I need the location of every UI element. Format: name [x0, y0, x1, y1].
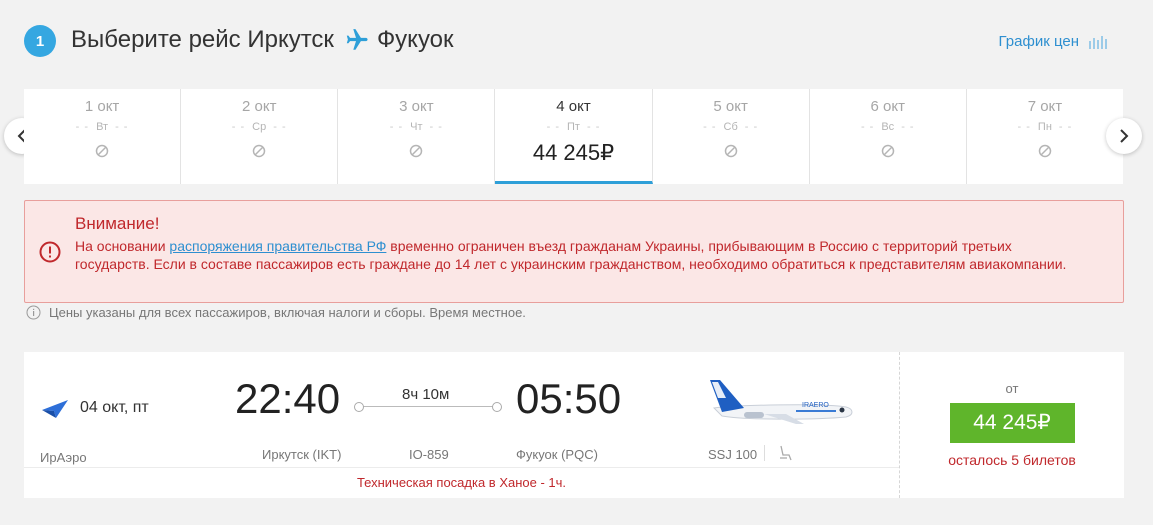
select-flight-price-button[interactable]: 44 245₽ — [949, 403, 1075, 443]
alert-title: Внимание! — [75, 214, 160, 233]
arrival-airport: Фукуок (PQC) — [516, 447, 598, 462]
weekday-label: Пт — [495, 121, 651, 133]
weekday-label: Чт — [338, 121, 494, 133]
date-label: 6 окт — [870, 98, 905, 115]
price-panel: от 44 245₽ осталось 5 билетов — [899, 352, 1124, 498]
bar-chart-icon — [1089, 35, 1107, 49]
price-from-label: от — [1005, 381, 1019, 396]
departure-airport: Иркутск (IKT) — [262, 447, 342, 462]
price-graph-label: График цен — [998, 33, 1079, 50]
date-label: 7 окт — [1027, 98, 1063, 115]
arrival-time: 05:50 — [516, 375, 622, 422]
page-title-route-origin: Выберите рейс Иркутск — [71, 26, 334, 53]
divider — [764, 445, 765, 461]
page-title-destination: Фукуок — [376, 26, 454, 53]
weekday-label: Сб — [653, 121, 809, 133]
flight-card[interactable]: 04 окт, пт ИрАэро 22:40 8ч 10м 05:50 Ирк… — [24, 352, 1124, 498]
price-graph-link[interactable]: График цен — [999, 33, 1107, 50]
weekday-label: Вс — [810, 121, 966, 133]
date-cell-oct-2[interactable]: 2 окт Ср — [181, 89, 339, 184]
no-flights-icon — [95, 144, 109, 158]
step-number-badge: 1 — [24, 25, 56, 57]
date-cell-oct-7[interactable]: 7 окт Пн — [967, 89, 1123, 184]
date-label: 3 окт — [399, 98, 434, 115]
flight-details: 04 окт, пт ИрАэро 22:40 8ч 10м 05:50 Ирк… — [24, 352, 899, 498]
flight-date: 04 окт, пт — [80, 399, 149, 416]
airline-name: ИрАэро — [40, 450, 87, 465]
next-dates-button[interactable] — [1106, 118, 1142, 154]
no-flights-icon — [410, 144, 423, 158]
divider — [24, 467, 899, 468]
svg-text:IRAERO: IRAERO — [802, 402, 829, 409]
price-note-text: Цены указаны для всех пассажиров, включа… — [49, 305, 526, 320]
aircraft-image: IRAERO — [710, 380, 853, 424]
plane-icon — [346, 29, 368, 50]
no-flights-icon — [1038, 144, 1052, 158]
alert-text-before: На основании — [75, 238, 170, 254]
date-cell-oct-1[interactable]: 1 окт Вт — [24, 89, 182, 184]
departure-time: 22:40 — [235, 375, 341, 422]
date-cell-oct-5[interactable]: 5 окт Сб — [653, 89, 810, 184]
technical-stop-notice: Техническая посадка в Ханое - 1ч. — [356, 475, 567, 490]
tickets-left-label: осталось 5 билетов — [948, 452, 1076, 468]
no-flights-icon — [252, 144, 266, 158]
warning-alert: Внимание! На основании распоряжения прав… — [24, 200, 1124, 303]
seat-icon[interactable] — [778, 445, 792, 461]
price-note: Цены указаны для всех пассажиров, включа… — [26, 305, 526, 320]
airline-logo-icon — [42, 400, 68, 418]
info-icon — [26, 305, 41, 320]
weekday-label: Вт — [24, 121, 180, 133]
route-start-dot — [354, 402, 364, 412]
flight-number: IO-859 — [409, 447, 449, 462]
government-decree-link[interactable]: распоряжения правительства РФ — [169, 238, 386, 254]
date-label: 5 окт — [713, 98, 748, 115]
route-line — [354, 401, 502, 413]
date-cell-oct-4-selected[interactable]: 4 окт Пт 44 245₽ — [495, 89, 653, 184]
no-flights-icon — [881, 144, 895, 158]
page-title: Выберите рейс Иркутск Фукуок — [71, 26, 454, 54]
weekday-label: Ср — [181, 121, 337, 133]
chevron-right-icon — [1120, 129, 1129, 143]
date-label: 4 окт — [556, 98, 591, 115]
route-end-dot — [492, 402, 502, 412]
aircraft-model: SSJ 100 — [708, 447, 758, 462]
alert-text: На основании распоряжения правительства … — [75, 237, 1085, 273]
date-cell-oct-6[interactable]: 6 окт Вс — [810, 89, 967, 184]
date-cell-oct-3[interactable]: 3 окт Чт — [338, 89, 496, 184]
weekday-label: Пн — [967, 121, 1123, 133]
date-price: 44 245₽ — [532, 140, 615, 165]
date-label: 1 окт — [84, 98, 120, 115]
alert-circle-icon — [39, 241, 61, 263]
no-flights-icon — [724, 144, 737, 158]
date-label: 2 окт — [241, 98, 277, 115]
date-selector: 1 окт Вт 2 окт Ср 3 окт Чт 4 окт Пт 44 2… — [24, 89, 1123, 184]
